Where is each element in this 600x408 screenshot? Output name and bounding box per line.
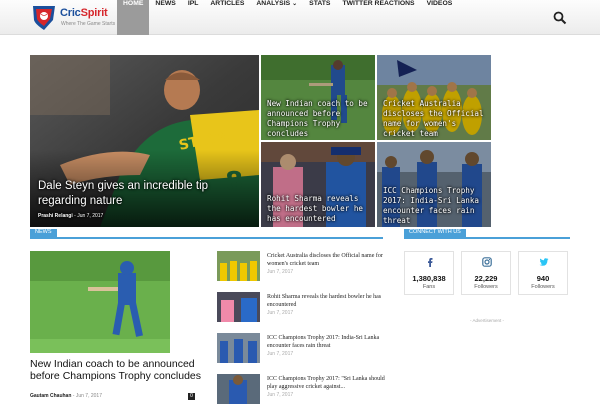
logo-name-part-1: Cric: [60, 7, 81, 19]
list-item-date: Jun 7, 2017: [267, 269, 294, 275]
logo-shield-icon: [33, 6, 55, 30]
list-item-thumbnail[interactable]: [217, 333, 260, 363]
facebook-count: 1,380,838: [412, 274, 446, 283]
facebook-counter[interactable]: 1,380,838 Fans: [404, 251, 454, 295]
twitter-count: 940: [536, 274, 550, 283]
featured-news-photo: [30, 251, 170, 353]
hero-main-author[interactable]: Prashi Relangi: [38, 213, 73, 219]
hero-main-title[interactable]: Dale Steyn gives an incredible tip regar…: [38, 179, 238, 209]
hero-tile-2[interactable]: Cricket Australia discloses the Official…: [377, 55, 491, 140]
nav-ipl[interactable]: IPL: [182, 0, 205, 35]
list-item-date: Jun 7, 2017: [267, 310, 294, 316]
news-section-label[interactable]: News: [30, 229, 57, 239]
twitter-icon: [539, 258, 549, 266]
featured-news-date: Jun 7, 2017: [75, 393, 102, 399]
facebook-label: Fans: [422, 284, 436, 290]
nav-twitter-reactions[interactable]: Twitter Reactions: [336, 0, 420, 35]
nav-news[interactable]: News: [149, 0, 181, 35]
hero-tile-1-title[interactable]: New Indian coach to be announced before …: [267, 99, 371, 139]
news-section-header: News: [30, 229, 383, 239]
list-item-title[interactable]: Rohit Sharma reveals the hardest bowler …: [267, 293, 387, 309]
featured-news-author[interactable]: Gautam Chauhan: [30, 393, 71, 399]
advertisement-label: - Advertisement -: [469, 318, 504, 323]
twitter-label: Followers: [531, 284, 555, 290]
list-item[interactable]: Rohit Sharma reveals the hardest bowler …: [217, 292, 387, 326]
featured-news-image[interactable]: [30, 251, 170, 353]
list-item-title[interactable]: Cricket Australia discloses the Official…: [267, 252, 387, 268]
top-navigation-bar: CricSpirit Where The Game Starts Home Ne…: [0, 0, 600, 35]
nav-videos[interactable]: Videos: [421, 0, 459, 35]
hero-tile-3-title[interactable]: Rohit Sharma reveals the hardest bowler …: [267, 194, 371, 224]
list-item[interactable]: Cricket Australia discloses the Official…: [217, 251, 387, 285]
hero-main-article[interactable]: STEYN 8 Dale Steyn gives an incredible t…: [30, 55, 259, 227]
featured-news-title[interactable]: New Indian coach to be announced before …: [30, 358, 205, 382]
twitter-counter[interactable]: 940 Followers: [518, 251, 568, 295]
instagram-counter[interactable]: 22,229 Followers: [461, 251, 511, 295]
hero-main-date: Jun 7, 2017: [77, 213, 104, 219]
hero-tile-1[interactable]: New Indian coach to be announced before …: [261, 55, 375, 140]
facebook-icon: [428, 258, 433, 267]
nav-stats[interactable]: Stats: [303, 0, 336, 35]
list-item-thumbnail[interactable]: [217, 292, 260, 322]
site-logo[interactable]: CricSpirit Where The Game Starts: [30, 3, 115, 31]
chevron-down-icon: ⌄: [292, 1, 298, 7]
hero-tile-3[interactable]: Rohit Sharma reveals the hardest bowler …: [261, 142, 375, 227]
nav-articles[interactable]: Articles: [204, 0, 250, 35]
hero-tile-2-title[interactable]: Cricket Australia discloses the Official…: [383, 99, 489, 139]
search-icon[interactable]: [553, 11, 567, 25]
hero-tile-4-title[interactable]: ICC Champions Trophy 2017: India-Sri Lan…: [383, 186, 489, 226]
logo-tagline: Where The Game Starts: [61, 21, 116, 27]
connect-section-header: Connect with us: [404, 229, 570, 239]
hero-tile-4[interactable]: ICC Champions Trophy 2017: India-Sri Lan…: [377, 142, 491, 227]
nav-analysis[interactable]: Analysis ⌄: [250, 0, 303, 35]
nav-analysis-label: Analysis: [256, 0, 291, 7]
comment-count-badge[interactable]: 0: [188, 393, 195, 400]
list-item-title[interactable]: ICC Champions Trophy 2017: India-Sri Lan…: [267, 334, 387, 350]
logo-name-part-2: Spirit: [80, 7, 108, 19]
nav-home[interactable]: Home: [117, 0, 150, 35]
list-item-title[interactable]: ICC Champions Trophy 2017: "Sri Lanka sh…: [267, 375, 387, 391]
connect-section-label: Connect with us: [404, 229, 466, 239]
instagram-icon: [482, 257, 492, 267]
list-item[interactable]: ICC Champions Trophy 2017: "Sri Lanka sh…: [217, 374, 387, 408]
list-item-date: Jun 7, 2017: [267, 392, 294, 398]
list-item[interactable]: ICC Champions Trophy 2017: India-Sri Lan…: [217, 333, 387, 367]
list-item-thumbnail[interactable]: [217, 251, 260, 281]
main-menu: Home News IPL Articles Analysis ⌄ Stats T…: [117, 0, 458, 35]
instagram-count: 22,229: [474, 274, 498, 283]
list-item-date: Jun 7, 2017: [267, 351, 294, 357]
instagram-label: Followers: [474, 284, 498, 290]
